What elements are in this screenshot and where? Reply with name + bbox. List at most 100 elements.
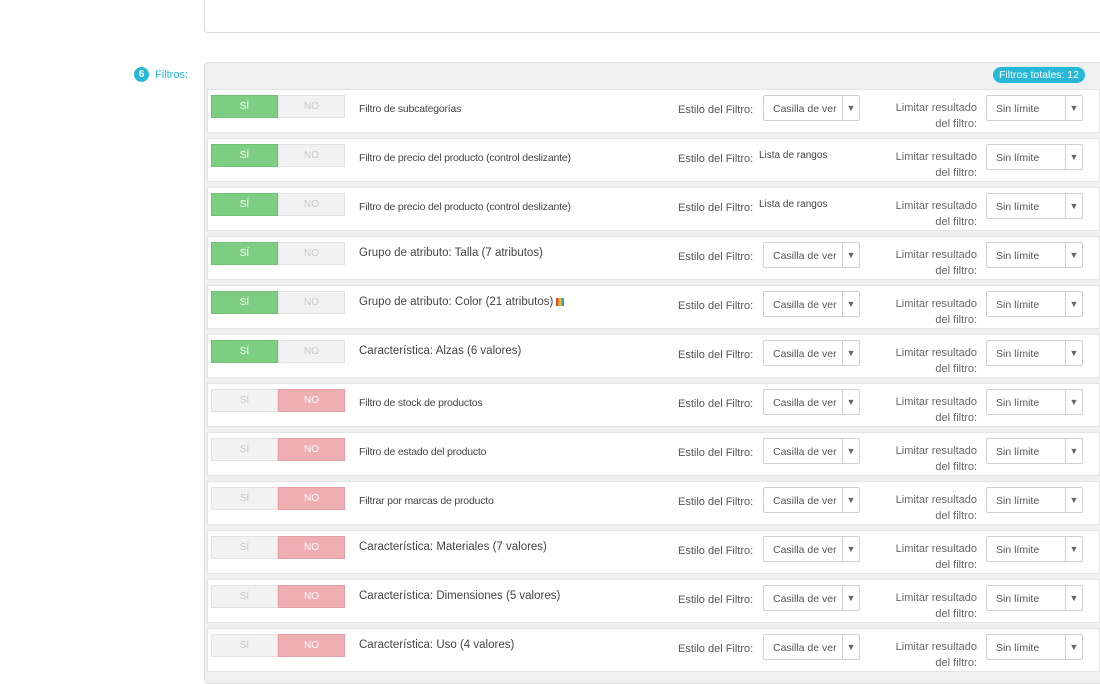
filter-toggle[interactable]: SÍ NO <box>211 536 345 559</box>
toggle-yes[interactable]: SÍ <box>211 340 278 363</box>
limit-value: Sin límite <box>996 348 1040 360</box>
limit-label: Limitar resultado del filtro: <box>895 543 977 571</box>
filter-name: Filtrar por marcas de producto <box>359 495 494 507</box>
filter-toggle[interactable]: SÍ NO <box>211 389 345 412</box>
toggle-no[interactable]: NO <box>278 634 345 657</box>
chevron-down-icon: ▼ <box>1065 439 1082 463</box>
filter-style-value: Casilla de ver <box>773 299 837 311</box>
toggle-no[interactable]: NO <box>278 242 345 265</box>
limit-label: Limitar resultado del filtro: <box>895 396 977 424</box>
filter-toggle[interactable]: SÍ NO <box>211 144 345 167</box>
toggle-yes[interactable]: SÍ <box>211 291 278 314</box>
filter-toggle[interactable]: SÍ NO <box>211 340 345 363</box>
toggle-yes[interactable]: SÍ <box>211 95 278 118</box>
limit-select[interactable]: Sin límite ▼ <box>986 291 1083 317</box>
filter-row: SÍ NO Filtro de precio del producto (contr… <box>207 138 1100 182</box>
filter-list: SÍ NO Filtro de subcategorías Estilo del Fi… <box>207 89 1100 677</box>
limit-select[interactable]: Sin límite ▼ <box>986 536 1083 562</box>
filter-toggle[interactable]: SÍ NO <box>211 95 345 118</box>
filter-style-select[interactable]: Casilla de ver ▼ <box>763 536 860 562</box>
toggle-no[interactable]: NO <box>278 340 345 363</box>
toggle-no[interactable]: NO <box>278 536 345 559</box>
toggle-yes[interactable]: SÍ <box>211 144 278 167</box>
limit-select[interactable]: Sin límite ▼ <box>986 144 1083 170</box>
chevron-down-icon: ▼ <box>842 537 859 561</box>
limit-select[interactable]: Sin límite ▼ <box>986 438 1083 464</box>
filter-row: SÍ NO Filtro de stock de productos Estilo d… <box>207 383 1100 427</box>
chevron-down-icon: ▼ <box>842 635 859 659</box>
filter-toggle[interactable]: SÍ NO <box>211 438 345 461</box>
toggle-no[interactable]: NO <box>278 389 345 412</box>
filter-name: Filtro de precio del producto (control d… <box>359 201 571 213</box>
chevron-down-icon: ▼ <box>1065 243 1082 267</box>
filter-style-select[interactable]: Casilla de ver ▼ <box>763 291 860 317</box>
toggle-yes[interactable]: SÍ <box>211 438 278 461</box>
filter-style-select[interactable]: Casilla de ver ▼ <box>763 340 860 366</box>
filter-style-select[interactable]: Casilla de ver ▼ <box>763 95 860 121</box>
toggle-no[interactable]: NO <box>278 438 345 461</box>
chevron-down-icon: ▼ <box>1065 145 1082 169</box>
filter-name-text: Característica: Dimensiones (5 valores) <box>359 590 561 602</box>
filter-toggle[interactable]: SÍ NO <box>211 634 345 657</box>
filter-row: SÍ NO Característica: Uso (4 valores) Estil… <box>207 628 1100 672</box>
limit-select[interactable]: Sin límite ▼ <box>986 389 1083 415</box>
toggle-no[interactable]: NO <box>278 291 345 314</box>
limit-select[interactable]: Sin límite ▼ <box>986 634 1083 660</box>
filter-style-static: Lista de rangos <box>759 150 828 161</box>
toggle-yes[interactable]: SÍ <box>211 634 278 657</box>
limit-value: Sin límite <box>996 544 1040 556</box>
filter-style-value: Casilla de ver <box>773 593 837 605</box>
toggle-yes[interactable]: SÍ <box>211 242 278 265</box>
filter-toggle[interactable]: SÍ NO <box>211 487 345 510</box>
limit-select[interactable]: Sin límite ▼ <box>986 340 1083 366</box>
limit-value: Sin límite <box>996 593 1040 605</box>
limit-select[interactable]: Sin límite ▼ <box>986 242 1083 268</box>
filter-name: Filtro de stock de productos <box>359 397 483 409</box>
toggle-yes[interactable]: SÍ <box>211 389 278 412</box>
toggle-yes[interactable]: SÍ <box>211 487 278 510</box>
limit-select[interactable]: Sin límite ▼ <box>986 487 1083 513</box>
filter-toggle[interactable]: SÍ NO <box>211 242 345 265</box>
filter-style-select[interactable]: Casilla de ver ▼ <box>763 242 860 268</box>
limit-value: Sin límite <box>996 250 1040 262</box>
filter-toggle[interactable]: SÍ NO <box>211 291 345 314</box>
toggle-yes[interactable]: SÍ <box>211 193 278 216</box>
limit-select[interactable]: Sin límite ▼ <box>986 585 1083 611</box>
filter-style-static: Lista de rangos <box>759 199 828 210</box>
filter-toggle[interactable]: SÍ NO <box>211 585 345 608</box>
filter-style-label: Estilo del Filtro: <box>678 202 754 214</box>
filter-name-text: Filtro de subcategorías <box>359 103 462 115</box>
previous-section-box <box>204 0 1100 33</box>
chevron-down-icon: ▼ <box>842 96 859 120</box>
filter-row: SÍ NO Característica: Alzas (6 valores) Est… <box>207 334 1100 378</box>
filter-style-value: Casilla de ver <box>773 495 837 507</box>
toggle-no[interactable]: NO <box>278 487 345 510</box>
limit-select[interactable]: Sin límite ▼ <box>986 193 1083 219</box>
filter-style-select[interactable]: Casilla de ver ▼ <box>763 634 860 660</box>
filter-style-label: Estilo del Filtro: <box>678 251 754 263</box>
filter-name: Grupo de atributo: Talla (7 atributos) <box>359 247 543 259</box>
toggle-yes[interactable]: SÍ <box>211 536 278 559</box>
filter-style-value: Casilla de ver <box>773 397 837 409</box>
limit-label: Limitar resultado del filtro: <box>895 151 977 179</box>
limit-label: Limitar resultado del filtro: <box>895 347 977 375</box>
filter-toggle[interactable]: SÍ NO <box>211 193 345 216</box>
chevron-down-icon: ▼ <box>1065 96 1082 120</box>
toggle-no[interactable]: NO <box>278 95 345 118</box>
toggle-yes[interactable]: SÍ <box>211 585 278 608</box>
filter-style-label: Estilo del Filtro: <box>678 643 754 655</box>
filter-style-select[interactable]: Casilla de ver ▼ <box>763 438 860 464</box>
filter-style-select[interactable]: Casilla de ver ▼ <box>763 585 860 611</box>
toggle-no[interactable]: NO <box>278 193 345 216</box>
filter-style-label: Estilo del Filtro: <box>678 300 754 312</box>
limit-select[interactable]: Sin límite ▼ <box>986 95 1083 121</box>
filter-style-select[interactable]: Casilla de ver ▼ <box>763 389 860 415</box>
step-number: 6 <box>134 67 149 82</box>
toggle-no[interactable]: NO <box>278 585 345 608</box>
filter-style-select[interactable]: Casilla de ver ▼ <box>763 487 860 513</box>
chevron-down-icon: ▼ <box>1065 390 1082 414</box>
filter-style-value: Casilla de ver <box>773 348 837 360</box>
toggle-no[interactable]: NO <box>278 144 345 167</box>
limit-label: Limitar resultado del filtro: <box>895 249 977 277</box>
filter-row: SÍ NO Filtro de precio del producto (contr… <box>207 187 1100 231</box>
